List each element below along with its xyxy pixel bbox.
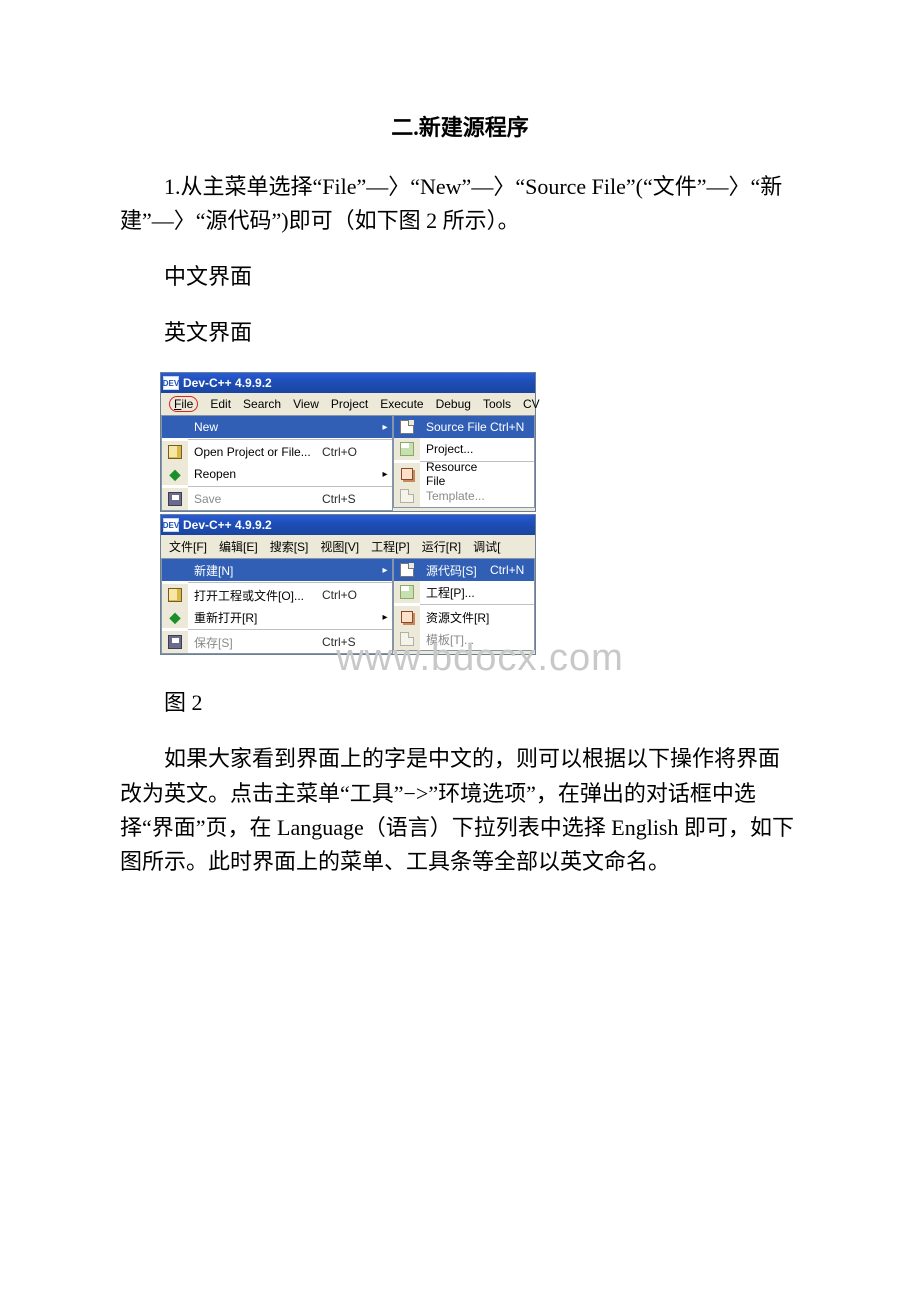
file-open-accel: Ctrl+O [322,588,378,602]
resource-icon [394,606,420,628]
new-resourcefile[interactable]: Resource File [394,463,534,485]
app-icon: DEV [163,376,179,390]
submenu-arrow-icon: ▸ [378,469,392,480]
menu-view-cn[interactable]: 视图[V] [314,537,365,556]
project-icon [394,438,420,460]
menu-execute[interactable]: Execute [374,395,429,413]
devcpp-window-chinese: DEV Dev-C++ 4.9.9.2 文件[F] 编辑[E] 搜索[S] 视图… [160,514,536,655]
menu-search[interactable]: Search [237,395,287,413]
reopen-icon: ◆ [162,463,188,485]
menu-cvs[interactable]: CV [517,395,546,413]
file-new-label: 新建[N] [188,562,322,579]
menu-edit[interactable]: Edit [204,395,237,413]
file-new-label: New [188,420,322,434]
new-resourcefile-cn[interactable]: 资源文件[R] [394,606,534,628]
page-icon [394,559,420,581]
separator [188,486,392,487]
file-save-label: Save [188,492,322,506]
file-open-cn[interactable]: 打开工程或文件[O]... Ctrl+O [162,584,392,606]
menu-debug-cn[interactable]: 调试[ [467,537,506,556]
label-chinese-ui: 中文界面 [120,260,800,294]
file-reopen[interactable]: ◆ Reopen ▸ [162,463,392,485]
menu-run-cn[interactable]: 运行[R] [416,537,467,556]
save-icon [162,631,188,653]
menubar-en: File Edit Search View Project Execute De… [161,393,535,415]
menu-file-cn[interactable]: 文件[F] [163,537,213,556]
blank-icon [162,416,188,438]
paragraph-step1: 1.从主菜单选择“File”—〉“New”—〉“Source File”(“文件… [120,170,800,238]
new-sourcefile-accel: Ctrl+N [490,420,534,434]
menu-project-cn[interactable]: 工程[P] [365,537,416,556]
titlebar: DEV Dev-C++ 4.9.9.2 [161,515,535,535]
file-open-label: 打开工程或文件[O]... [188,587,322,604]
file-save-accel: Ctrl+S [322,492,378,506]
separator [420,604,534,605]
file-reopen-label: Reopen [188,467,322,481]
resource-icon [394,463,420,485]
save-icon [162,488,188,510]
new-sourcefile[interactable]: Source File Ctrl+N [394,416,534,438]
new-project[interactable]: Project... [394,438,534,460]
file-new[interactable]: New ▸ [162,416,392,438]
submenu-arrow-icon: ▸ [378,422,392,433]
app-title: Dev-C++ 4.9.9.2 [183,376,272,390]
file-open-accel: Ctrl+O [322,445,378,459]
menubar-cn: 文件[F] 编辑[E] 搜索[S] 视图[V] 工程[P] 运行[R] 调试[ [161,535,535,558]
new-sourcefile-accel: Ctrl+N [490,563,534,577]
new-template: Template... [394,485,534,507]
menu-project[interactable]: Project [325,395,374,413]
new-submenu-en: Source File Ctrl+N Project... Resource F… [393,415,535,508]
paragraph-switch-lang: 如果大家看到界面上的字是中文的，则可以根据以下操作将界面改为英文。点击主菜单“工… [120,742,800,878]
open-icon [162,441,188,463]
label-english-ui: 英文界面 [120,316,800,350]
file-reopen-cn[interactable]: ◆ 重新打开[R] ▸ [162,606,392,628]
separator [188,439,392,440]
new-sourcefile-label: Source File [420,420,490,434]
reopen-icon: ◆ [162,606,188,628]
menu-search-cn[interactable]: 搜索[S] [264,537,315,556]
new-project-cn[interactable]: 工程[P]... [394,581,534,603]
new-template-label: Template... [420,489,490,503]
menu-debug[interactable]: Debug [430,395,477,413]
file-new-cn[interactable]: 新建[N] ▸ [162,559,392,581]
file-dropdown-en: New ▸ Open Project or File... Ctrl+O ◆ R… [161,415,393,511]
separator [188,629,392,630]
new-sourcefile-label: 源代码[S] [420,562,490,579]
separator [188,582,392,583]
project-icon [394,581,420,603]
submenu-arrow-icon: ▸ [378,612,392,623]
app-title: Dev-C++ 4.9.9.2 [183,518,272,532]
titlebar: DEV Dev-C++ 4.9.9.2 [161,373,535,393]
new-resourcefile-label: 资源文件[R] [420,609,490,626]
menu-view[interactable]: View [287,395,325,413]
file-open-label: Open Project or File... [188,445,322,459]
new-sourcefile-cn[interactable]: 源代码[S] Ctrl+N [394,559,534,581]
new-project-label: Project... [420,442,490,456]
menu-file[interactable]: File [163,395,204,413]
new-resourcefile-label: Resource File [420,460,490,488]
template-icon [394,485,420,507]
file-save-label: 保存[S] [188,634,322,651]
page-icon [394,416,420,438]
file-reopen-label: 重新打开[R] [188,609,322,626]
menu-tools[interactable]: Tools [477,395,517,413]
figure-caption: 图 2 [120,686,800,720]
section-heading: 二.新建源程序 [120,110,800,142]
menu-edit-cn[interactable]: 编辑[E] [213,537,264,556]
devcpp-window-english: DEV Dev-C++ 4.9.9.2 File Edit Search Vie… [160,372,536,512]
new-project-label: 工程[P]... [420,584,490,601]
blank-icon [162,559,188,581]
file-open[interactable]: Open Project or File... Ctrl+O [162,441,392,463]
open-icon [162,584,188,606]
submenu-arrow-icon: ▸ [378,565,392,576]
file-save: Save Ctrl+S [162,488,392,510]
app-icon: DEV [163,518,179,532]
